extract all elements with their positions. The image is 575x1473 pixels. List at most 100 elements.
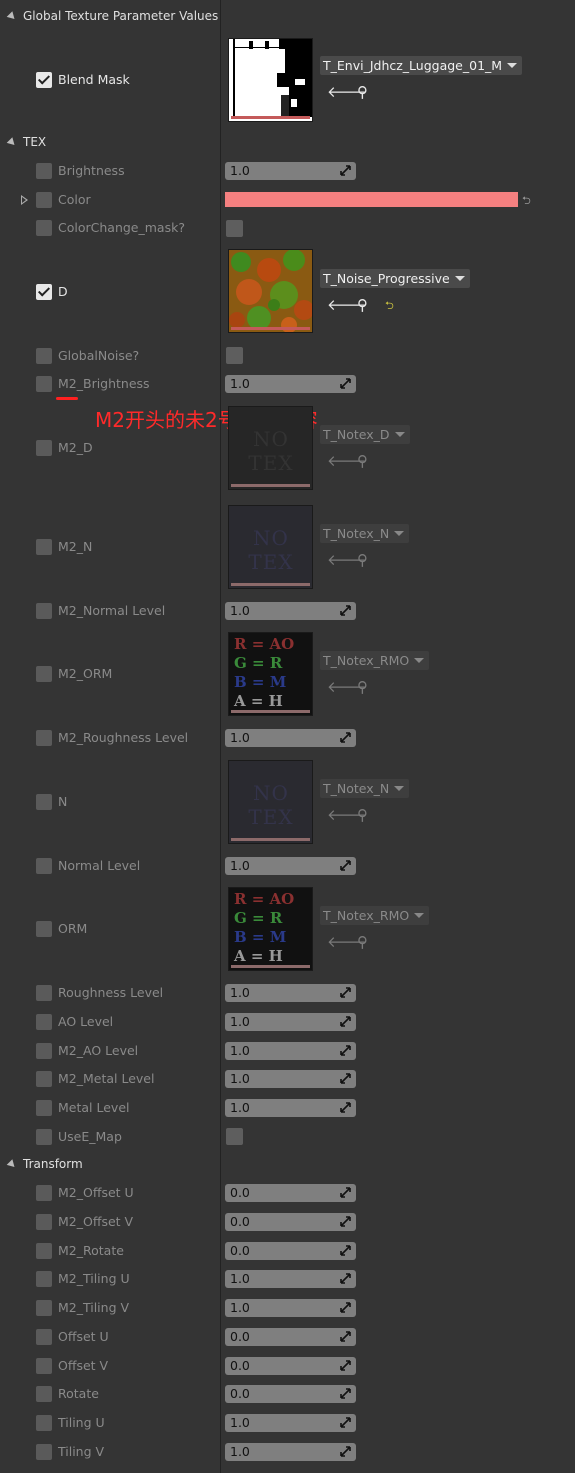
globalnoise-checkbox[interactable] [36,348,52,364]
m2-offset-u-checkbox[interactable] [36,1185,52,1201]
offset-u-checkbox[interactable] [36,1329,52,1345]
n-asset-dropdown[interactable]: T_Notex_N [320,779,410,798]
m2-normal-level-checkbox[interactable] [36,603,52,619]
m2-brightness-value[interactable]: 1.0 [225,375,356,393]
rmo-g: G = R [234,654,283,672]
offset-v-value[interactable]: 0.0 [225,1357,356,1375]
m2-metal-level-value[interactable]: 1.0 [225,1070,356,1088]
colorchange-mask-checkbox[interactable] [36,220,52,236]
offset-v-checkbox[interactable] [36,1358,52,1374]
m2-roughness-level-checkbox[interactable] [36,730,52,746]
m2-tiling-v-value[interactable]: 1.0 [225,1299,356,1317]
m2-tiling-v-checkbox[interactable] [36,1300,52,1316]
browse-magnifier-icon[interactable]: ⚲ [357,552,368,568]
expand-arrow-icon[interactable] [21,195,28,205]
m2-normal-level-value[interactable]: 1.0 [225,602,356,620]
metal-level-checkbox[interactable] [36,1100,52,1116]
thumbnail-bar [231,484,310,487]
thumbnail-bar [231,710,310,713]
resize-arrow-icon [340,165,351,176]
m2-offset-v-checkbox[interactable] [36,1214,52,1230]
annotation-underline [56,397,78,400]
color-checkbox[interactable] [36,192,52,208]
m2-d-checkbox[interactable] [36,440,52,456]
m2-offset-u-value[interactable]: 0.0 [225,1184,356,1202]
value-text: 0.0 [230,1358,250,1373]
browse-magnifier-icon[interactable]: ⚲ [357,297,368,313]
n-thumbnail[interactable]: NO TEX [228,760,313,844]
blend-mask-checkbox[interactable] [36,72,52,88]
reset-arrow-icon[interactable]: ⮌ [385,297,394,316]
d-thumbnail[interactable] [228,249,313,333]
section-tex[interactable]: TEX [6,134,47,150]
m2-offset-v-value[interactable]: 0.0 [225,1213,356,1231]
m2-n-thumbnail[interactable]: NO TEX [228,505,313,589]
tiling-v-checkbox[interactable] [36,1444,52,1460]
section-transform[interactable]: Transform [6,1156,83,1172]
thumbnail-bar [231,838,310,841]
m2-n-checkbox[interactable] [36,539,52,555]
metal-level-value[interactable]: 1.0 [225,1099,356,1117]
rotate-value[interactable]: 0.0 [225,1385,356,1403]
tiling-u-label: Tiling U [58,1415,105,1430]
browse-magnifier-icon[interactable]: ⚲ [357,807,368,823]
usee-map-checkbox[interactable] [36,1129,52,1145]
column-divider[interactable] [220,0,221,1473]
m2-roughness-level-value[interactable]: 1.0 [225,729,356,747]
rotate-checkbox[interactable] [36,1386,52,1402]
m2-ao-level-checkbox[interactable] [36,1043,52,1059]
color-swatch[interactable] [225,192,518,207]
tiling-v-value[interactable]: 1.0 [225,1443,356,1461]
normal-level-checkbox[interactable] [36,858,52,874]
m2-ao-level-value[interactable]: 1.0 [225,1042,356,1060]
tiling-u-checkbox[interactable] [36,1415,52,1431]
section-title: TEX [23,135,47,149]
m2-metal-level-label: M2_Metal Level [58,1071,155,1086]
d-checkbox[interactable] [36,284,52,300]
roughness-level-checkbox[interactable] [36,985,52,1001]
m2-brightness-checkbox[interactable] [36,376,52,392]
thumbnail-bar [231,116,310,119]
orm-checkbox[interactable] [36,921,52,937]
blend-mask-thumbnail[interactable] [228,38,313,122]
brightness-value[interactable]: 1.0 [225,162,356,180]
browse-magnifier-icon[interactable]: ⚲ [357,84,368,100]
orm-asset-dropdown[interactable]: T_Notex_RMO [320,906,430,925]
m2-metal-level-checkbox[interactable] [36,1071,52,1087]
reset-arrow-icon[interactable]: ⮌ [522,192,531,211]
browse-magnifier-icon[interactable]: ⚲ [357,679,368,695]
d-asset-dropdown[interactable]: T_Noise_Progressive [320,269,470,288]
m2-d-asset-dropdown[interactable]: T_Notex_D [320,425,410,444]
value-text: 0.0 [230,1386,250,1401]
offset-u-value[interactable]: 0.0 [225,1328,356,1346]
section-title: Transform [23,1157,83,1171]
ao-level-checkbox[interactable] [36,1014,52,1030]
ao-level-value[interactable]: 1.0 [225,1013,356,1031]
n-checkbox[interactable] [36,794,52,810]
normal-level-value[interactable]: 1.0 [225,857,356,875]
tiling-v-label: Tiling V [58,1444,105,1459]
globalnoise-value-checkbox[interactable] [226,347,243,364]
m2-orm-thumbnail[interactable]: R = AO G = R B = M A = H [228,632,313,716]
tiling-u-value[interactable]: 1.0 [225,1414,356,1432]
resize-arrow-icon [340,1187,351,1198]
m2-rotate-checkbox[interactable] [36,1243,52,1259]
m2-d-thumbnail[interactable]: NO TEX [228,406,313,490]
m2-tiling-u-value[interactable]: 1.0 [225,1270,356,1288]
d-label: D [58,284,68,299]
value-text: 1.0 [230,1271,250,1286]
m2-orm-asset-dropdown[interactable]: T_Notex_RMO [320,651,430,670]
browse-magnifier-icon[interactable]: ⚲ [357,934,368,950]
m2-rotate-value[interactable]: 0.0 [225,1242,356,1260]
m2-tiling-u-checkbox[interactable] [36,1271,52,1287]
m2-n-asset-dropdown[interactable]: T_Notex_N [320,524,410,543]
blend-mask-asset-dropdown[interactable]: T_Envi_Jdhcz_Luggage_01_M [320,56,523,75]
orm-thumbnail[interactable]: R = AO G = R B = M A = H [228,887,313,971]
brightness-checkbox[interactable] [36,163,52,179]
usee-map-value-checkbox[interactable] [226,1128,243,1145]
browse-magnifier-icon[interactable]: ⚲ [357,453,368,469]
section-global-texture[interactable]: Global Texture Parameter Values [6,8,218,24]
colorchange-mask-value-checkbox[interactable] [226,220,243,237]
roughness-level-value[interactable]: 1.0 [225,984,356,1002]
m2-orm-checkbox[interactable] [36,666,52,682]
